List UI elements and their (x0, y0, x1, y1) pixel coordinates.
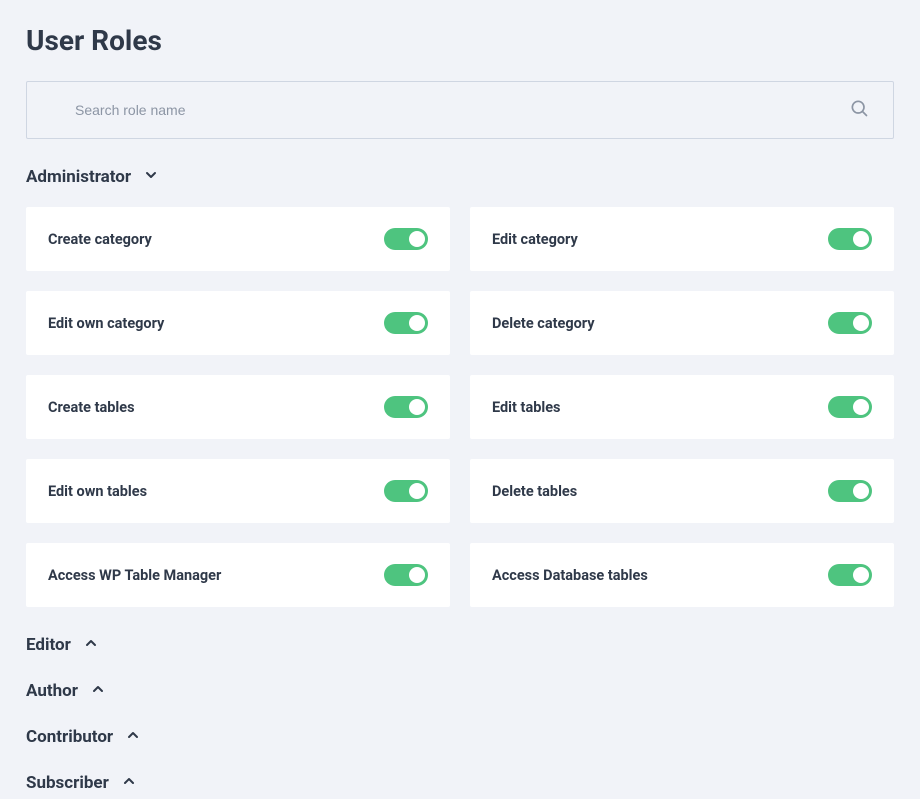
role-header-contributor[interactable]: Contributor (26, 723, 894, 751)
perm-card: Access Database tables (470, 543, 894, 607)
role-name: Author (26, 681, 78, 701)
perm-label: Access Database tables (492, 567, 648, 584)
perm-label: Create category (48, 231, 152, 248)
perm-label: Delete tables (492, 483, 577, 500)
perm-card: Access WP Table Manager (26, 543, 450, 607)
perm-card: Edit own tables (26, 459, 450, 523)
toggle-edit-own-tables[interactable] (384, 480, 428, 502)
perm-card: Edit own category (26, 291, 450, 355)
search-box[interactable] (26, 81, 894, 139)
toggle-delete-category[interactable] (828, 312, 872, 334)
chevron-up-icon (90, 681, 106, 701)
toggle-create-tables[interactable] (384, 396, 428, 418)
role-header-subscriber[interactable]: Subscriber (26, 769, 894, 797)
chevron-up-icon (121, 773, 137, 793)
toggle-create-category[interactable] (384, 228, 428, 250)
toggle-access-database-tables[interactable] (828, 564, 872, 586)
perm-card: Create category (26, 207, 450, 271)
chevron-up-icon (125, 727, 141, 747)
perm-card: Delete tables (470, 459, 894, 523)
search-input[interactable] (75, 102, 845, 118)
perm-label: Edit category (492, 231, 578, 248)
toggle-edit-own-category[interactable] (384, 312, 428, 334)
role-name: Subscriber (26, 773, 109, 793)
role-name: Editor (26, 635, 71, 655)
perm-label: Create tables (48, 399, 135, 416)
perm-label: Access WP Table Manager (48, 567, 221, 584)
perm-card: Create tables (26, 375, 450, 439)
perm-card: Edit tables (470, 375, 894, 439)
role-header-administrator[interactable]: Administrator (26, 163, 894, 191)
chevron-up-icon (83, 635, 99, 655)
chevron-down-icon (143, 167, 159, 187)
toggle-delete-tables[interactable] (828, 480, 872, 502)
role-header-author[interactable]: Author (26, 677, 894, 705)
toggle-edit-category[interactable] (828, 228, 872, 250)
permissions-grid-administrator: Create category Edit category Edit own c… (26, 207, 894, 607)
perm-label: Edit own category (48, 315, 164, 332)
perm-card: Delete category (470, 291, 894, 355)
role-header-editor[interactable]: Editor (26, 631, 894, 659)
perm-label: Edit own tables (48, 483, 147, 500)
role-name: Administrator (26, 167, 131, 187)
toggle-access-wp-table-manager[interactable] (384, 564, 428, 586)
perm-label: Delete category (492, 315, 595, 332)
toggle-edit-tables[interactable] (828, 396, 872, 418)
page-title: User Roles (26, 24, 894, 57)
perm-label: Edit tables (492, 399, 560, 416)
perm-card: Edit category (470, 207, 894, 271)
role-name: Contributor (26, 727, 113, 747)
search-icon (849, 98, 869, 122)
